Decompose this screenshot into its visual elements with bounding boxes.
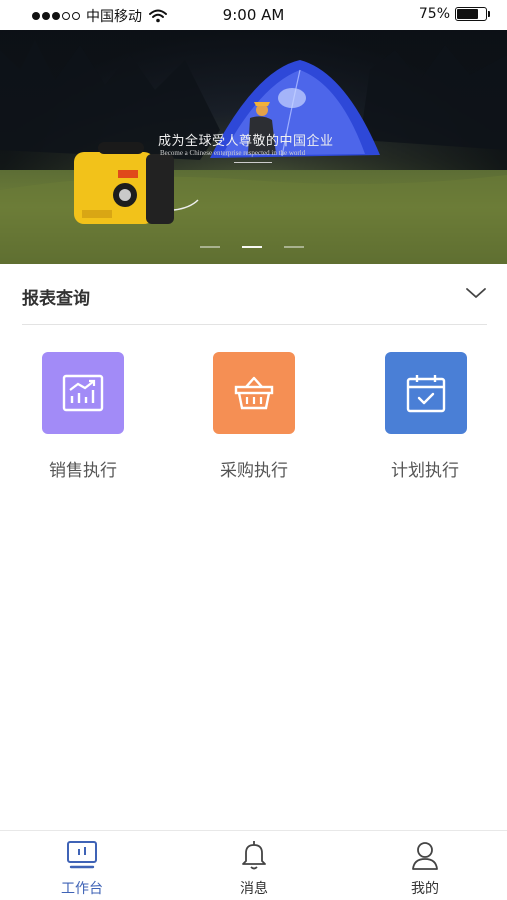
carousel-indicator[interactable] <box>200 246 220 248</box>
banner-carousel[interactable]: 成为全球受人尊敬的中国企业 Become a Chinese enterpris… <box>0 30 507 264</box>
workbench-icon <box>67 841 97 869</box>
banner-title: 成为全球受人尊敬的中国企业 <box>158 134 334 149</box>
battery-icon <box>455 7 490 21</box>
tab-label: 消息 <box>240 881 268 897</box>
purchase-execution-label[interactable]: 采购执行 <box>194 456 314 481</box>
divider <box>22 324 487 325</box>
purchase-execution-button[interactable] <box>213 352 295 434</box>
tab-workbench[interactable]: 工作台 <box>22 831 142 900</box>
sales-execution-button[interactable] <box>42 352 124 434</box>
chevron-down-icon[interactable] <box>465 286 487 300</box>
report-section-header[interactable]: 报表查询 <box>0 264 507 325</box>
user-icon <box>412 842 438 870</box>
section-title: 报表查询 <box>22 289 90 309</box>
bottom-tab-bar: 工作台 消息 我的 <box>0 830 507 900</box>
status-right: 75% <box>418 6 490 22</box>
plan-execution-button[interactable] <box>385 352 467 434</box>
basket-icon <box>234 376 274 410</box>
tab-messages[interactable]: 消息 <box>194 831 314 900</box>
tab-profile[interactable]: 我的 <box>365 831 485 900</box>
chart-icon <box>62 374 104 412</box>
carousel-indicator-active[interactable] <box>242 246 262 248</box>
bell-icon <box>242 841 266 870</box>
plan-execution-label[interactable]: 计划执行 <box>365 456 485 481</box>
carousel-indicators <box>200 246 304 248</box>
banner-subtitle: Become a Chinese enterprise respected in… <box>160 149 306 157</box>
battery-percent: 75% <box>418 6 450 22</box>
calendar-check-icon <box>406 375 446 413</box>
tab-label: 我的 <box>411 881 439 897</box>
sales-execution-label[interactable]: 销售执行 <box>23 456 143 481</box>
status-bar: 中国移动 9:00 AM 75% <box>0 0 507 30</box>
tab-label: 工作台 <box>61 881 103 897</box>
carousel-indicator[interactable] <box>284 246 304 248</box>
